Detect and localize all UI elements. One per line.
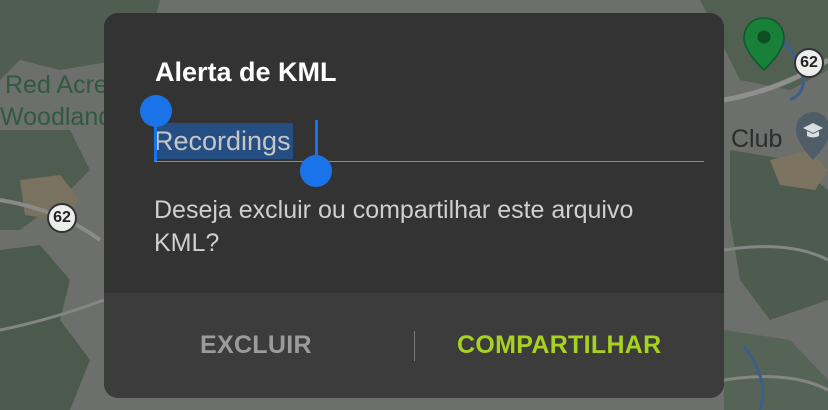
map-background[interactable]: Red Acre Woodland Club 62 62 Alerta de K… [0,0,828,410]
delete-button[interactable]: EXCLUIR [200,329,312,361]
selection-start-caret [154,125,157,161]
dialog-title: Alerta de KML [155,57,337,87]
selection-start-handle[interactable] [140,95,172,127]
map-label-red-acre: Red Acre [5,71,108,99]
button-divider [414,331,415,361]
dialog-message: Deseja excluir ou compartilhar este arqu… [154,196,634,257]
school-icon[interactable] [794,110,828,164]
route-shield: 62 [794,48,824,78]
kml-name-input[interactable]: Recordings [154,121,704,162]
map-label-club: Club [731,125,783,153]
map-label-woodland: Woodland [0,103,113,131]
kml-name-value[interactable]: Recordings [154,123,293,159]
kml-alert-dialog: Alerta de KML Recordings Deseja excluir … [104,13,724,398]
route-shield: 62 [47,203,77,233]
share-button[interactable]: COMPARTILHAR [457,329,662,361]
dialog-actions: EXCLUIR COMPARTILHAR [104,293,724,398]
map-pin-icon[interactable] [742,16,786,72]
selection-end-caret [315,120,318,160]
selection-end-handle[interactable] [300,155,332,187]
